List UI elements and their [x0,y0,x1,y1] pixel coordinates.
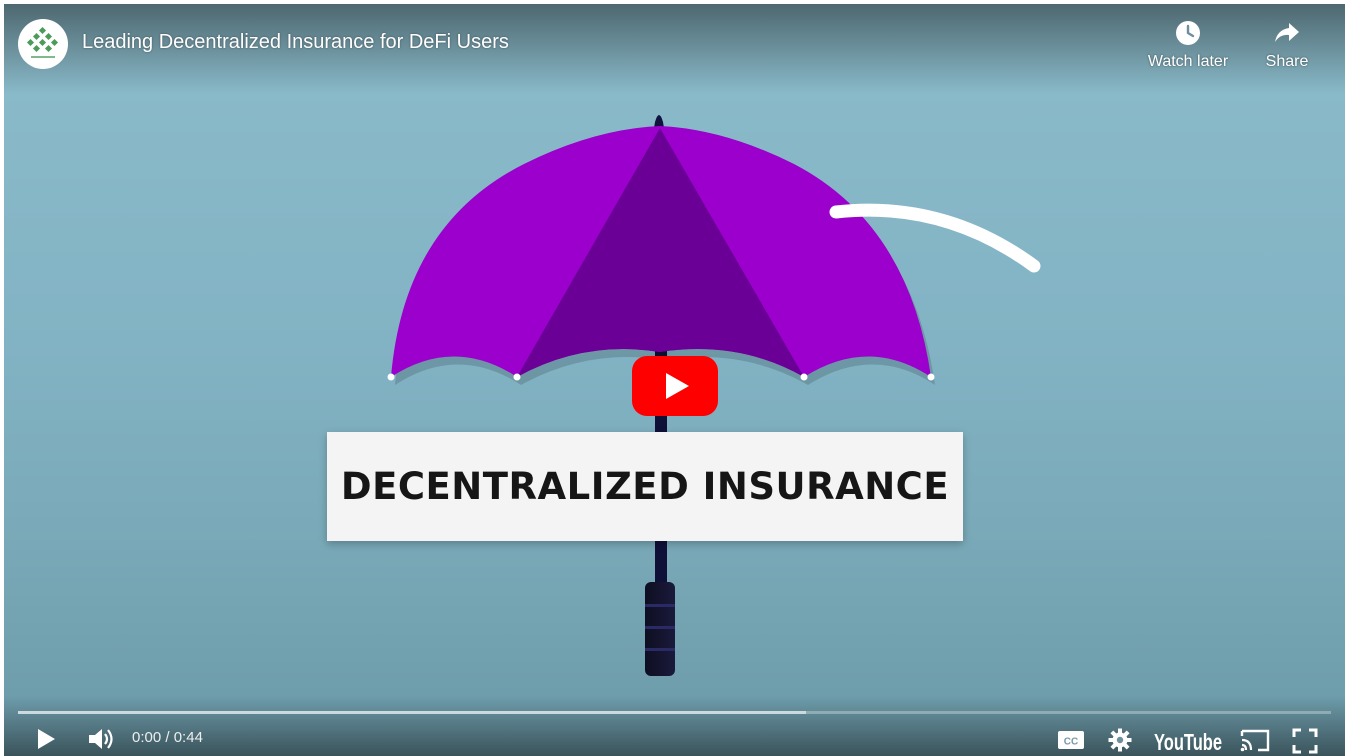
volume-icon[interactable] [86,726,116,752]
progress-buffered [18,711,806,714]
cc-icon[interactable]: CC [1057,730,1085,750]
youtube-logo[interactable]: YouTube [1153,726,1225,756]
share-label: Share [1265,53,1309,70]
share-arrow-icon [1275,23,1299,42]
video-player[interactable]: Leading Decentralized Insurance for DeFi… [4,4,1345,756]
banner-text: DECENTRALIZED INSURANCE [340,465,950,508]
watch-later-label: Watch later [1147,53,1229,70]
time-display: 0:00 / 0:44 [132,729,203,746]
duration: 0:44 [173,729,203,746]
time-separator: / [165,729,170,746]
cast-icon[interactable] [1238,726,1272,754]
svg-text:CC: CC [1064,737,1078,748]
progress-bar[interactable] [18,711,1331,714]
current-time: 0:00 [132,729,162,746]
large-play-button[interactable] [632,356,718,416]
video-title[interactable]: Leading Decentralized Insurance for DeFi… [82,31,509,54]
title-banner: DECENTRALIZED INSURANCE [327,432,963,541]
fullscreen-icon[interactable] [1292,728,1318,754]
watch-later-button[interactable]: Watch later [1140,20,1236,71]
gear-icon[interactable] [1108,728,1132,752]
bottom-overlay [4,696,1345,756]
clock-icon [1176,21,1200,45]
share-button[interactable]: Share [1239,20,1335,71]
insurace-logo-icon [26,26,59,58]
youtube-wordmark: YouTube [1154,729,1222,755]
channel-logo[interactable] [18,19,68,69]
play-icon[interactable] [34,726,58,752]
